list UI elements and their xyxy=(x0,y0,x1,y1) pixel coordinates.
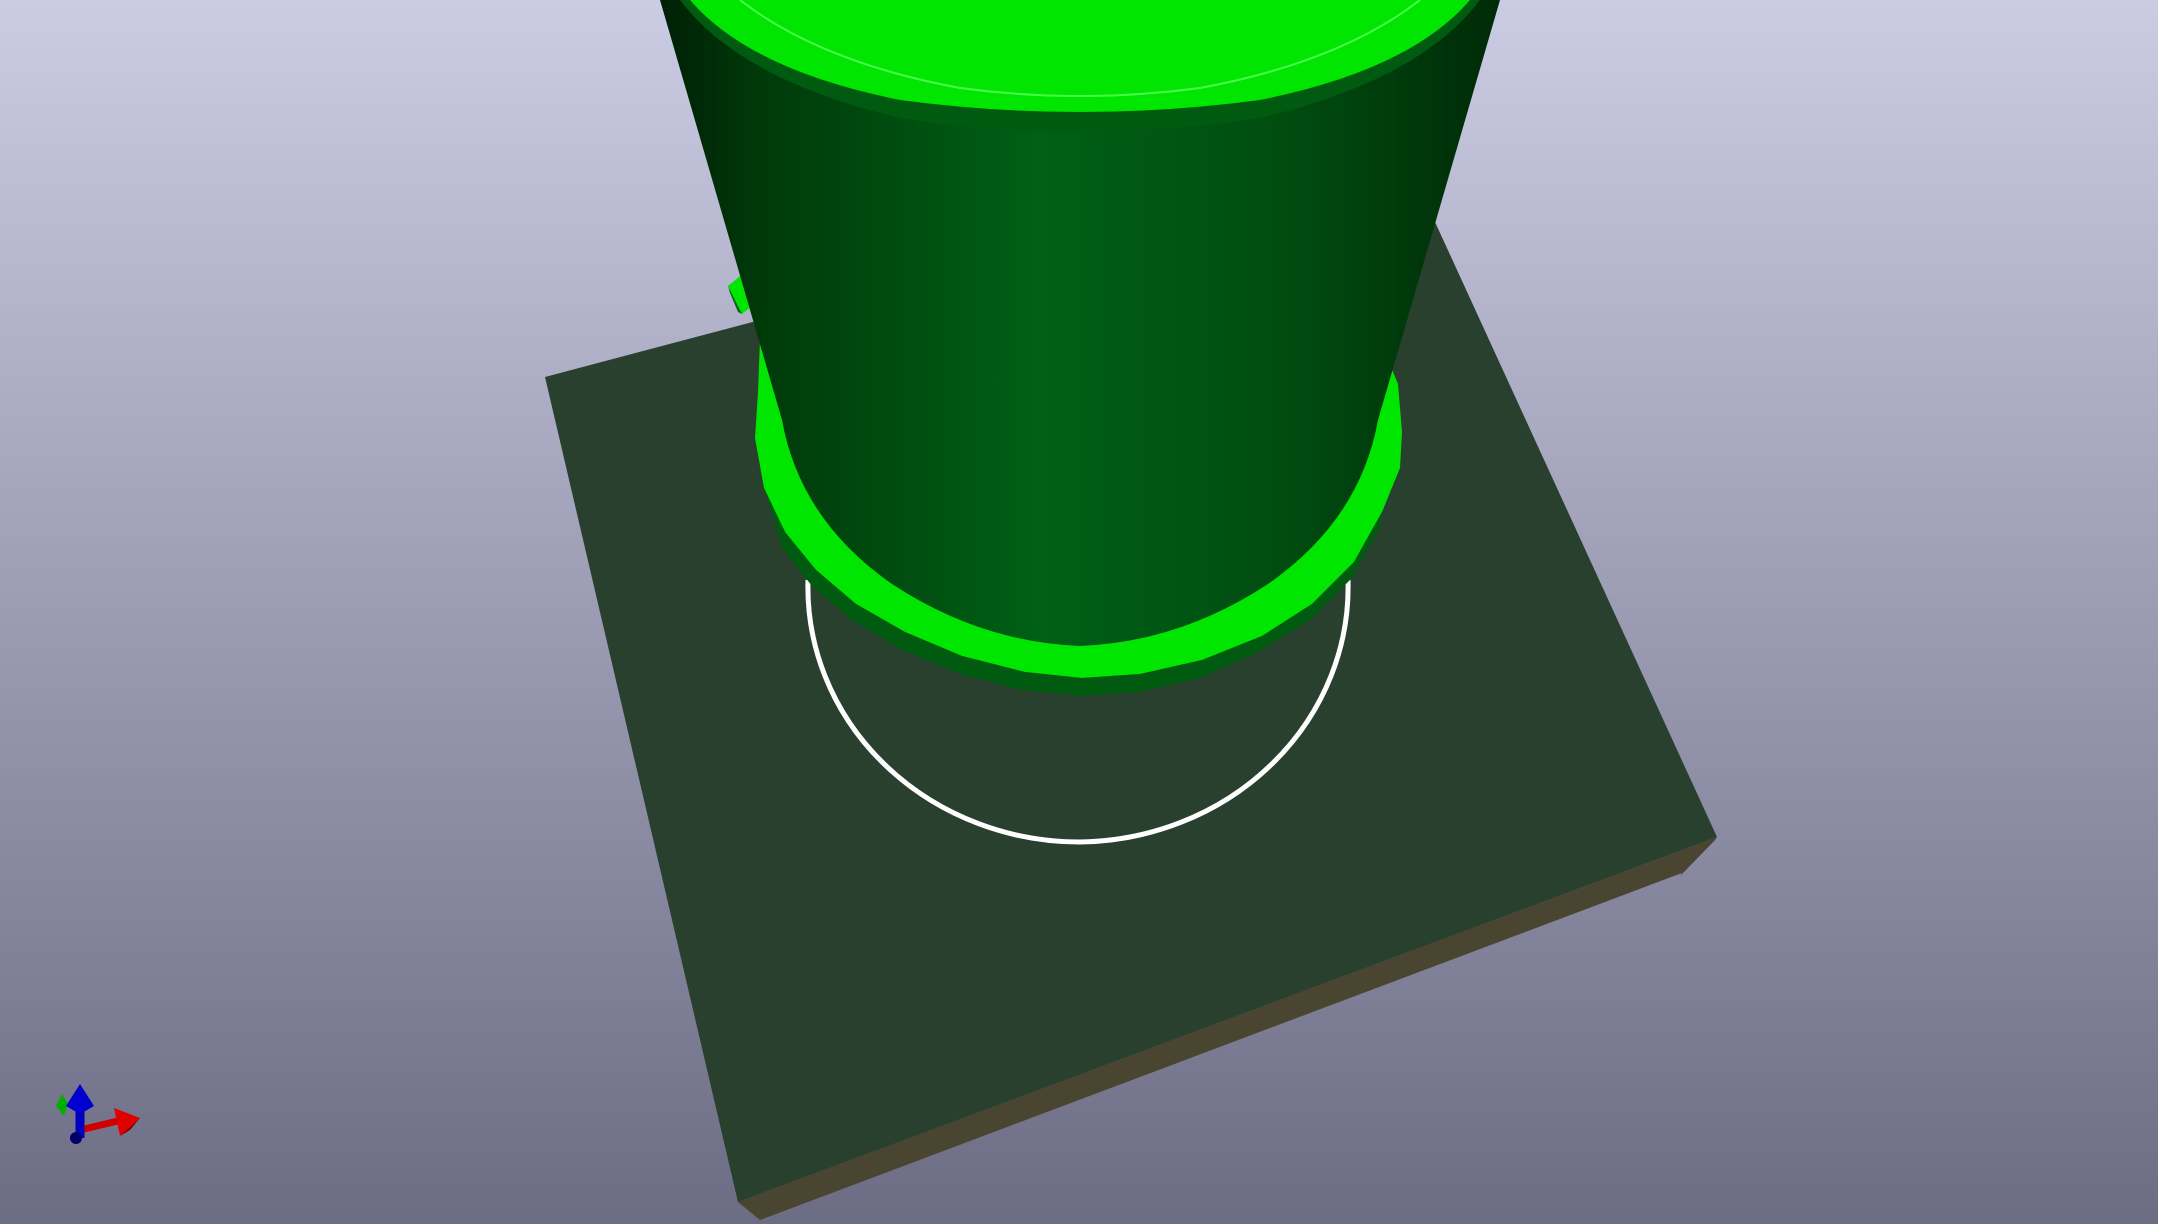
3d-viewport[interactable] xyxy=(0,0,2158,1224)
z-axis-arrowhead xyxy=(66,1084,94,1114)
3d-scene[interactable] xyxy=(0,0,2158,1224)
y-axis-arrow xyxy=(56,1094,68,1116)
z-axis-base xyxy=(70,1132,82,1144)
axis-triad-icon xyxy=(56,1084,140,1144)
x-axis-shaft xyxy=(79,1116,123,1134)
